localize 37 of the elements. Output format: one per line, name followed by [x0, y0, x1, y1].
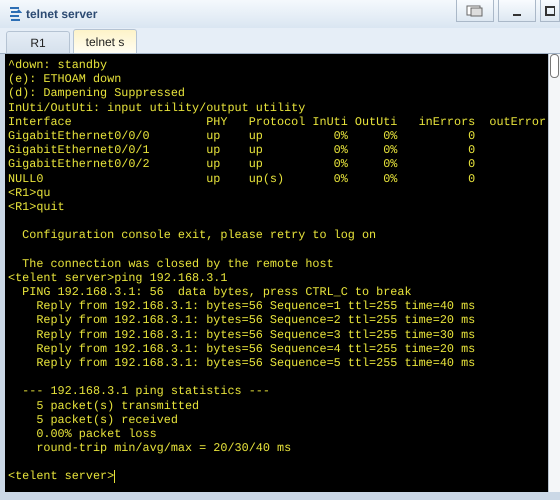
- maximize-icon: [545, 6, 555, 16]
- window-title: telnet server: [26, 7, 98, 21]
- terminal-line: round-trip min/avg/max = 20/30/40 ms: [35, 441, 292, 456]
- terminal-line: PING 192.168.3.1: 56 data bytes, press CTRL_C to break: [21, 285, 413, 300]
- terminal-line: Reply from 192.168.3.1: bytes=56 Sequence=5 ttl=255 time=40 ms: [35, 356, 476, 370]
- terminal-line: <R1>quit: [8, 200, 66, 214]
- terminal-line: (d): Dampening Suppressed: [8, 86, 186, 101]
- terminal-line: <R1>qu: [8, 186, 52, 200]
- terminal-line: Configuration console exit, please retry to log on: [21, 228, 378, 242]
- restore-icon: [466, 4, 484, 16]
- tab[interactable]: telnet s: [73, 29, 137, 53]
- network-icon: [8, 6, 22, 22]
- terminal-line: GigabitEthernet0/0/1 up up 0% 0% 0: [8, 143, 476, 158]
- terminal-line: Reply from 192.168.3.1: bytes=56 Sequence=1 ttl=255 time=40 ms: [35, 299, 476, 314]
- scrollbar[interactable]: [548, 54, 560, 492]
- terminal-line: 5 packet(s) transmitted: [35, 398, 200, 413]
- terminal-line: Reply from 192.168.3.1: bytes=56 Sequence=2 ttl=255 time=20 ms: [35, 313, 476, 328]
- terminal-line: Interface PHY Protocol InUti OutUti inErrors outError: [8, 114, 548, 129]
- terminal-line: ^down: standby: [8, 58, 108, 72]
- terminal-line: GigabitEthernet0/0/0 up up 0% 0% 0: [8, 128, 476, 144]
- terminal-line: Reply from 192.168.3.1: bytes=56 Sequence=3 ttl=255 time=30 ms: [35, 328, 476, 342]
- terminal-line: The connection was closed by the remote host: [21, 256, 335, 271]
- restore-button[interactable]: [456, 0, 494, 22]
- minimize-icon: [513, 14, 521, 16]
- terminal-line: <telent server>ping 192.168.3.1: [8, 270, 228, 285]
- tab[interactable]: R1: [6, 31, 70, 53]
- command-prompt: <telent server>: [8, 469, 114, 484]
- terminal-line: (e): ETHOAM down: [8, 72, 122, 86]
- terminal-line: 0.00% packet loss: [35, 426, 158, 442]
- terminal-line: 5 packet(s) received: [35, 412, 179, 427]
- maximize-button[interactable]: [540, 0, 560, 22]
- terminal-line: GigabitEthernet0/0/2 up up 0% 0% 0: [8, 157, 476, 172]
- terminal-line: NULL0 up up(s) 0% 0% 0: [8, 172, 476, 186]
- terminal-line: Reply from 192.168.3.1: bytes=56 Sequence=4 ttl=255 time=20 ms: [35, 342, 476, 356]
- terminal-line: --- 192.168.3.1 ping statistics ---: [21, 384, 271, 398]
- scrollbar-thumb[interactable]: [550, 54, 559, 78]
- terminal-line: InUti/OutUti: input utility/output utility: [8, 100, 306, 115]
